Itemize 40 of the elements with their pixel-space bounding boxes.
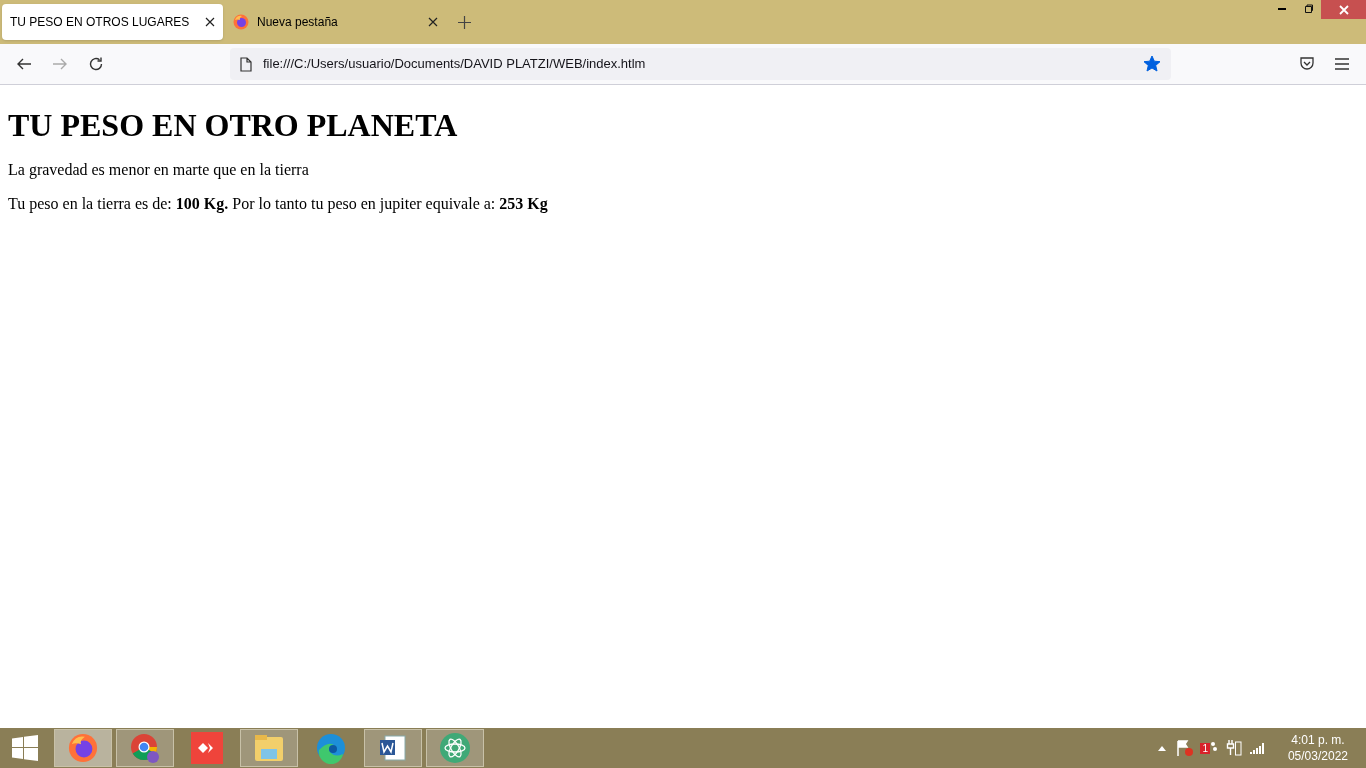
back-arrow-icon[interactable] (16, 56, 32, 72)
clock-time[interactable]: 4:01 p. m. (1291, 732, 1345, 748)
url-text: file:///C:/Users/usuario/Documents/DAVID PLATZI/WEB/index.htlm (263, 55, 647, 74)
firefox-icon (233, 14, 249, 30)
page-icon (240, 56, 252, 72)
restore-icon (1303, 4, 1313, 14)
windows-start-icon[interactable] (12, 735, 38, 761)
pocket-icon[interactable] (1299, 56, 1315, 72)
flag-icon[interactable] (1176, 740, 1195, 756)
taskbar-app-button[interactable] (364, 729, 422, 767)
firefox-icon (68, 733, 98, 763)
atom-icon (439, 732, 471, 764)
menu-icon[interactable] (1335, 58, 1349, 70)
taskbar-app-button[interactable] (116, 729, 174, 767)
close-window-button[interactable] (1321, 0, 1366, 19)
edge-browser-icon (315, 732, 347, 764)
caret-up-icon[interactable] (1158, 745, 1167, 751)
paragraph: Tu peso en la tierra es de: 100 Kg. Por lo tanto tu peso en jupiter equivale a: 253 Kg (8, 195, 549, 213)
browser-tab[interactable]: Nueva pestaña (225, 4, 446, 40)
remote-desktop-icon (191, 732, 223, 764)
battery-plug-icon[interactable] (1225, 740, 1242, 756)
browser-tab[interactable]: TU PESO EN OTROS LUGARES (2, 4, 223, 40)
browser-icon (129, 732, 161, 764)
folder-icon (253, 733, 285, 763)
tab-title: Nueva pestaña (257, 14, 339, 31)
taskbar-app-button[interactable] (54, 729, 112, 767)
signal-bars-icon[interactable] (1249, 742, 1266, 754)
close-icon (1338, 4, 1349, 15)
paragraph: La gravedad es menor en marte que en la tierra (8, 161, 310, 179)
page-heading: TU PESO EN OTRO PLANETA (8, 106, 459, 144)
clock-date[interactable]: 05/03/2022 (1287, 748, 1348, 764)
close-icon[interactable] (428, 17, 438, 27)
tab-title: TU PESO EN OTROS LUGARES (10, 14, 191, 31)
plus-icon[interactable] (458, 16, 471, 29)
address-bar[interactable]: file:///C:/Users/usuario/Documents/DAVID PLATZI/WEB/index.htlm (230, 48, 1171, 80)
star-icon[interactable] (1143, 55, 1161, 73)
document-icon (377, 732, 409, 764)
reload-icon[interactable] (88, 56, 104, 72)
close-icon[interactable] (205, 17, 215, 27)
notification-badge: 1 (1200, 742, 1210, 754)
